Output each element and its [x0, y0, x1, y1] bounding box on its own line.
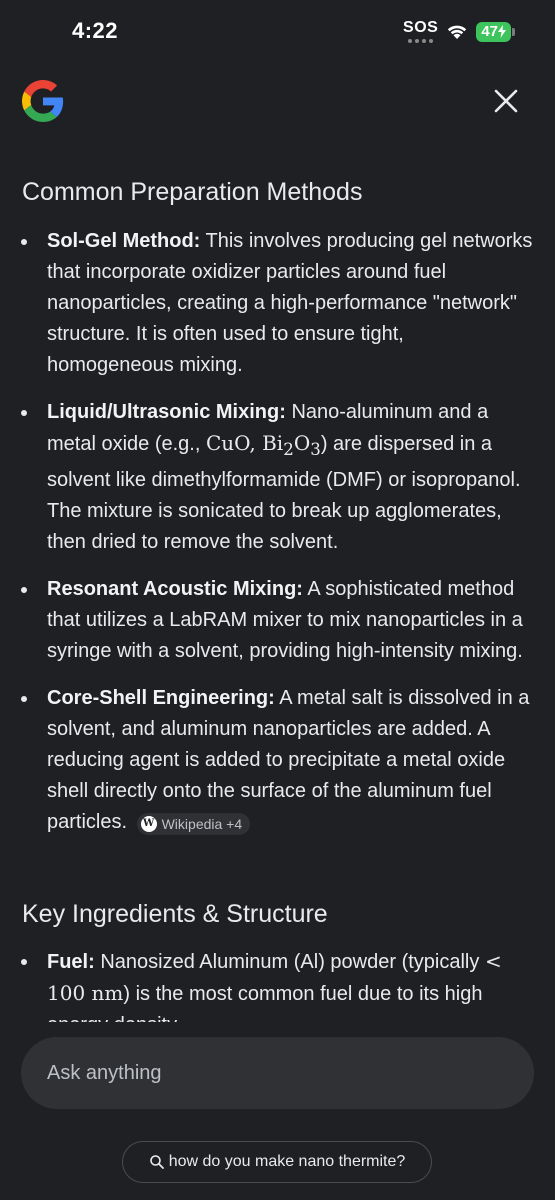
bullet-icon — [21, 587, 27, 593]
wikipedia-icon: W — [140, 816, 157, 832]
item-text: Nanosized Aluminum (Al) powder (typicall… — [94, 951, 485, 973]
battery-indicator: 47 — [476, 21, 515, 42]
query-text: how do you make nano thermite? — [168, 1153, 406, 1170]
item-term: Resonant Acoustic Mixing: — [47, 578, 303, 600]
item-term: Liquid/Ultrasonic Mixing: — [47, 401, 286, 423]
battery-level: 47 — [476, 21, 511, 42]
item-term: Core-Shell Engineering: — [47, 687, 275, 709]
item-term: Fuel: — [47, 951, 95, 973]
section-heading: Key Ingredients & Structure — [22, 900, 328, 928]
methods-list: Sol-Gel Method: This involves producing … — [0, 226, 555, 854]
list-item: Core-Shell Engineering: A metal salt is … — [0, 683, 555, 838]
charging-bolt-icon — [498, 25, 506, 38]
formula-part: O — [293, 431, 311, 455]
wifi-icon — [448, 25, 467, 39]
section-heading: Common Preparation Methods — [22, 178, 363, 206]
battery-cap — [512, 27, 515, 36]
battery-percent: 47 — [481, 23, 498, 40]
status-time: 4:22 — [72, 18, 119, 43]
search-icon — [149, 1155, 164, 1169]
status-icons: SOS 47 — [403, 20, 515, 43]
signal-dots-icon — [408, 39, 434, 43]
sos-label: SOS — [403, 19, 439, 36]
list-item: Resonant Acoustic Mixing: A sophisticate… — [0, 574, 555, 667]
status-bar: 4:22 SOS 47 — [0, 0, 555, 64]
source-chip[interactable]: W Wikipedia +4 — [136, 813, 251, 835]
ask-placeholder: Ask anything — [47, 1061, 162, 1084]
bullet-icon — [21, 696, 27, 702]
formula-subscript: 2 — [283, 440, 294, 459]
source-label: Wikipedia +4 — [161, 816, 243, 832]
sos-indicator: SOS — [403, 20, 438, 43]
bullet-icon — [21, 239, 27, 245]
formula-part: Bi — [262, 431, 284, 455]
list-item: Fuel: Nanosized Aluminum (Al) powder (ty… — [0, 946, 555, 1022]
ask-input[interactable]: Ask anything — [21, 1037, 534, 1109]
formula-subscript: 3 — [310, 440, 321, 459]
bullet-icon — [21, 959, 27, 965]
item-term: Sol-Gel Method: — [47, 230, 201, 252]
query-pill[interactable]: how do you make nano thermite? — [122, 1141, 432, 1183]
bullet-icon — [21, 410, 27, 416]
formula-bi2o3: Bi2O3 — [262, 431, 321, 459]
ingredients-list: Fuel: Nanosized Aluminum (Al) powder (ty… — [0, 946, 555, 1022]
google-g-icon[interactable] — [22, 80, 64, 122]
answer-content: Common Preparation Methods Sol-Gel Metho… — [0, 150, 555, 1022]
close-icon[interactable] — [491, 86, 521, 116]
list-item: Liquid/Ultrasonic Mixing: Nano-aluminum … — [0, 397, 555, 558]
list-item: Sol-Gel Method: This involves producing … — [0, 226, 555, 381]
formula-separator: , — [249, 431, 263, 455]
formula-cuo: CuO — [205, 431, 250, 455]
